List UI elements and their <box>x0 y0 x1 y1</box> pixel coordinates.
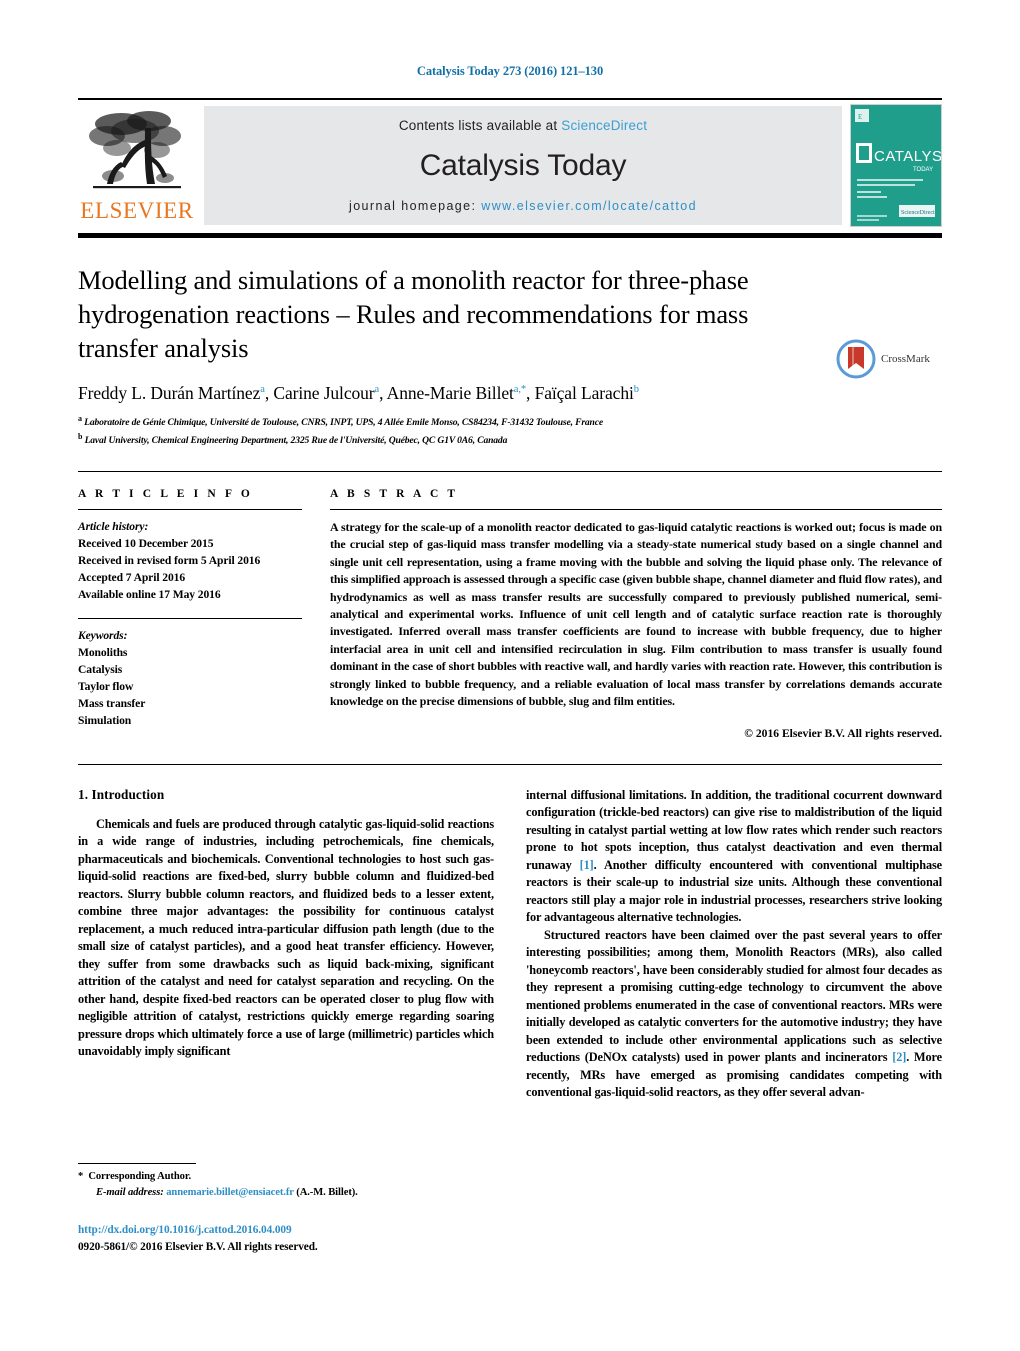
journal-title: Catalysis Today <box>419 149 627 182</box>
issn-copyright-line: 0920-5861/© 2016 Elsevier B.V. All right… <box>78 1240 318 1253</box>
citation-ref-2[interactable]: [2] <box>892 1050 906 1064</box>
paper-page: Catalysis Today 273 (2016) 121–130 ELSEV… <box>0 0 1020 1351</box>
svg-text:ScienceDirect: ScienceDirect <box>901 210 935 216</box>
homepage-url-link[interactable]: www.elsevier.com/locate/cattod <box>481 199 697 213</box>
keyword-item: Taylor flow <box>78 680 134 694</box>
article-info-heading: A R T I C L E I N F O <box>78 487 253 500</box>
article-info-rule <box>78 508 302 510</box>
affiliation-a-text: Laboratoire de Génie Chimique, Universit… <box>84 416 603 428</box>
affiliation-a: a Laboratoire de Génie Chimique, Univers… <box>78 413 603 428</box>
history-item: Received 10 December 2015 <box>78 536 214 550</box>
abstract-column: A B S T R A C T A strategy for the scale… <box>330 488 942 740</box>
svg-text:TODAY: TODAY <box>913 167 933 173</box>
abstract-text: A strategy for the scale-up of a monolit… <box>330 519 942 709</box>
cover-art-icon: E CATALYSIS TODAY ScienceDirect <box>851 105 941 226</box>
affiliation-b: b Laval University, Chemical Engineering… <box>78 431 508 446</box>
contents-available-line: Contents lists available at ScienceDirec… <box>399 118 647 133</box>
keyword-item: Mass transfer <box>78 697 146 711</box>
author-list: Freddy L. Durán Martíneza, Carine Julcou… <box>78 382 639 403</box>
footnote-rule <box>78 1163 196 1164</box>
email-note: E-mail address: annemarie.billet@ensiace… <box>78 1185 508 1201</box>
body-column-right: internal diffusional limitations. In add… <box>526 787 942 1102</box>
article-info-column: A R T I C L E I N F O Article history: R… <box>78 488 330 740</box>
crossmark-badge[interactable]: CrossMark <box>836 264 942 449</box>
journal-cover-thumbnail: E CATALYSIS TODAY ScienceDirect <box>850 104 942 227</box>
body-column-left: 1. Introduction Chemicals and fuels are … <box>78 787 494 1102</box>
paragraph: Chemicals and fuels are produced through… <box>78 816 494 1059</box>
body-top-rule <box>78 763 942 765</box>
email-owner: (A.-M. Billet). <box>296 1186 358 1198</box>
section-heading-introduction: 1. Introduction <box>78 786 165 802</box>
keyword-item: Catalysis <box>78 662 123 676</box>
doi-block: http://dx.doi.org/10.1016/j.cattod.2016.… <box>78 1222 558 1255</box>
paragraph-part: Structured reactors have been claimed ov… <box>526 927 942 1065</box>
body-columns: 1. Introduction Chemicals and fuels are … <box>78 787 942 1102</box>
keyword-item: Monoliths <box>78 645 128 659</box>
email-label: E-mail address: <box>96 1186 164 1198</box>
page-title: Modelling and simulations of a monolith … <box>78 265 749 363</box>
keywords-list: Keywords: Monoliths Catalysis Taylor flo… <box>78 627 302 730</box>
title-area: Modelling and simulations of a monolith … <box>78 264 942 449</box>
abstract-rule <box>330 508 942 510</box>
journal-masthead: ELSEVIER Contents lists available at Sci… <box>78 98 942 231</box>
history-item: Available online 17 May 2016 <box>78 588 221 602</box>
footnote-block: * Corresponding Author. E-mail address: … <box>78 1163 508 1201</box>
abstract-heading: A B S T R A C T <box>330 487 459 500</box>
masthead-center-panel: Contents lists available at ScienceDirec… <box>204 106 842 225</box>
elsevier-wordmark: ELSEVIER <box>80 198 194 223</box>
crossmark-icon <box>836 339 876 379</box>
svg-text:E: E <box>858 113 862 121</box>
corresponding-author-text: Corresponding Author. <box>88 1171 192 1182</box>
corresponding-author-note: * Corresponding Author. <box>78 1169 508 1185</box>
masthead-bottom-rule <box>78 233 942 238</box>
history-item: Received in revised form 5 April 2016 <box>78 554 261 568</box>
homepage-label: journal homepage: <box>349 199 482 213</box>
citation-ref-1[interactable]: [1] <box>580 858 594 872</box>
footnote-star: * <box>78 1171 84 1182</box>
paragraph: Structured reactors have been claimed ov… <box>526 927 942 1102</box>
elsevier-logo: ELSEVIER <box>78 100 196 231</box>
abstract-copyright: © 2016 Elsevier B.V. All rights reserved… <box>744 726 942 740</box>
info-abstract-block: A R T I C L E I N F O Article history: R… <box>78 470 942 740</box>
history-item: Accepted 7 April 2016 <box>78 571 186 585</box>
affiliations: a Laboratoire de Génie Chimique, Univers… <box>78 413 822 449</box>
crossmark-label: CrossMark <box>881 353 930 366</box>
keywords-label: Keywords: <box>78 628 128 642</box>
paragraph: internal diffusional limitations. In add… <box>526 787 942 927</box>
article-history: Article history: Received 10 December 20… <box>78 518 302 604</box>
article-history-label: Article history: <box>78 519 149 533</box>
running-head: Catalysis Today 273 (2016) 121–130 <box>416 64 604 78</box>
sciencedirect-link[interactable]: ScienceDirect <box>561 118 647 133</box>
email-link[interactable]: annemarie.billet@ensiacet.fr <box>166 1187 294 1198</box>
doi-link[interactable]: http://dx.doi.org/10.1016/j.cattod.2016.… <box>78 1222 558 1239</box>
affiliation-b-text: Laval University, Chemical Engineering D… <box>84 434 508 446</box>
svg-text:CATALYSIS: CATALYSIS <box>874 148 941 165</box>
elsevier-tree-icon <box>89 111 181 189</box>
keywords-rule <box>78 617 302 619</box>
keyword-item: Simulation <box>78 714 132 728</box>
journal-homepage-line: journal homepage: www.elsevier.com/locat… <box>349 199 697 213</box>
contents-text: Contents lists available at <box>398 118 562 133</box>
